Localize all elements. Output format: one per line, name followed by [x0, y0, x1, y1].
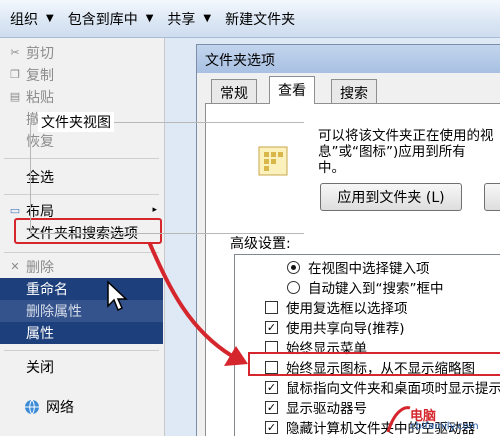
menu-item-rename[interactable]: 重命名 [0, 278, 163, 300]
menu-item-remove-properties[interactable]: 删除属性 [0, 300, 163, 322]
checkbox[interactable]: ✓ [265, 400, 278, 414]
option-show-pop-up-description[interactable]: ✓ 鼠标指向文件夹和桌面项时显示提示 [265, 377, 500, 397]
organize-menu-button[interactable]: 组织 ▼ [10, 9, 54, 29]
watermark-url: cbifamily.com [410, 421, 479, 432]
checkbox[interactable] [265, 300, 278, 314]
radio-button[interactable] [287, 260, 300, 274]
menu-item-delete[interactable]: ✕ 删除 [0, 256, 163, 278]
scissors-icon: ✂ [10, 46, 20, 59]
folder-view-icon [258, 146, 288, 176]
checkbox[interactable]: ✓ [265, 420, 278, 434]
copy-icon: ❐ [10, 68, 20, 81]
dropdown-arrow-icon: ▼ [203, 13, 212, 24]
tab-search[interactable]: 搜索 [331, 79, 377, 103]
dropdown-arrow-icon: ▼ [46, 13, 54, 24]
radio-button[interactable] [287, 280, 300, 294]
tab-general[interactable]: 常规 [211, 79, 257, 103]
advanced-settings-label: 高级设置: [230, 236, 291, 252]
menu-separator [4, 350, 159, 351]
share-button[interactable]: 共享 ▼ [167, 9, 211, 29]
network-icon [25, 399, 39, 415]
menu-item-close[interactable]: 关闭 [0, 356, 163, 378]
mouse-cursor-icon [107, 280, 128, 312]
checkbox[interactable]: ✓ [265, 320, 278, 334]
delete-icon: ✕ [10, 260, 20, 273]
command-bar: 组织 ▼ 包含到库中 ▼ 共享 ▼ 新建文件夹 [0, 0, 500, 38]
folder-views-group [30, 122, 304, 234]
option-use-checkboxes[interactable]: 使用复选框以选择项 [265, 297, 500, 317]
include-in-library-button[interactable]: 包含到库中 ▼ [68, 9, 154, 29]
apply-to-folders-button[interactable]: 应用到文件夹 (L) [320, 183, 462, 211]
checkbox[interactable]: ✓ [265, 380, 278, 394]
menu-item-properties[interactable]: 属性 [0, 322, 163, 344]
tab-view[interactable]: 查看 [269, 76, 315, 104]
paste-icon: ▤ [9, 90, 21, 103]
option-select-typed-item[interactable]: 在视图中选择键入项 [287, 257, 500, 277]
always-show-icons-highlight [248, 352, 500, 376]
new-folder-button[interactable]: 新建文件夹 [225, 9, 295, 29]
dropdown-arrow-icon: ▼ [145, 13, 154, 24]
folder-views-legend: 文件夹视图 [38, 112, 114, 132]
layout-icon: ▭ [9, 204, 21, 217]
menu-item-copy[interactable]: ❐ 复制 [0, 64, 163, 86]
menu-separator [4, 252, 159, 253]
nav-item-network[interactable]: 网络 [24, 397, 74, 417]
folder-views-description: 可以将该文件夹正在使用的视 息”或“图标”)应用到所有 中。 [318, 128, 494, 176]
option-type-into-search[interactable]: 自动键入到“搜索”框中 [287, 277, 500, 297]
menu-item-cut[interactable]: ✂ 剪切 [0, 42, 163, 64]
menu-item-paste[interactable]: ▤ 粘贴 [0, 86, 163, 108]
dialog-title: 文件夹选项 [197, 45, 500, 73]
reset-folders-button[interactable] [484, 183, 500, 211]
option-sharing-wizard[interactable]: ✓ 使用共享向导(推荐) [265, 317, 500, 337]
